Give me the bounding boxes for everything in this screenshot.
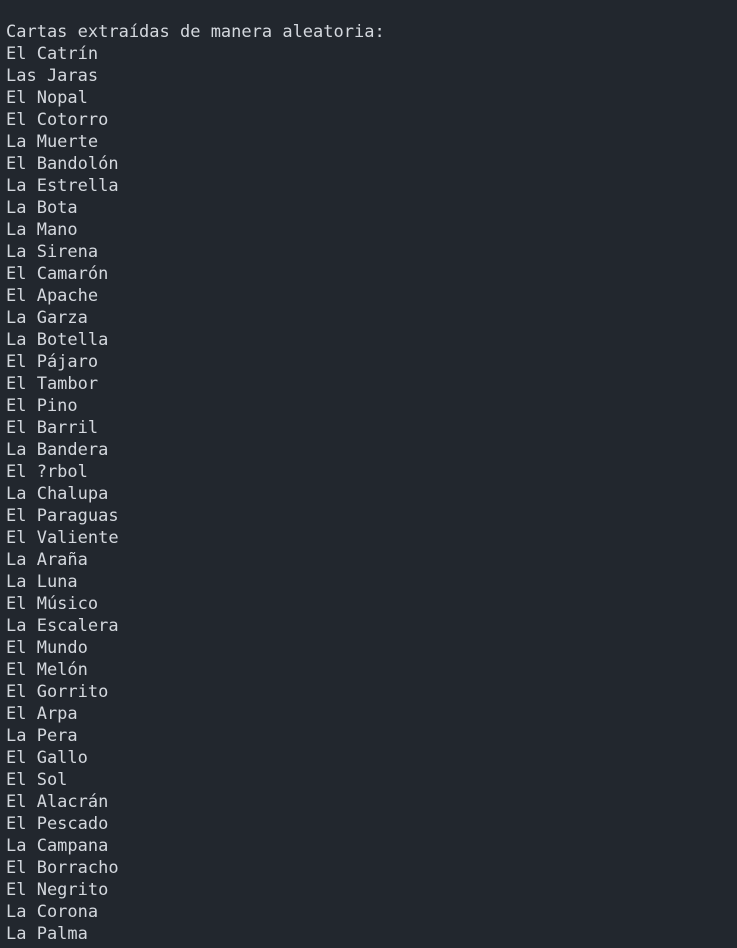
output-line: La Sirena <box>6 242 99 262</box>
output-line: El Catrín <box>6 44 99 64</box>
output-line: La Garza <box>6 308 88 328</box>
output-line: La Bandera <box>6 440 109 460</box>
output-line: El Nopal <box>6 88 88 108</box>
output-line: La Botella <box>6 330 109 350</box>
output-line: El Pino <box>6 396 78 416</box>
output-line: El Bandolón <box>6 154 119 174</box>
output-line: La Palma <box>6 924 88 944</box>
output-line: Las Jaras <box>6 66 99 86</box>
output-header: Cartas extraídas de manera aleatoria: <box>6 22 385 42</box>
output-line: El Pájaro <box>6 352 99 372</box>
output-line: El Melón <box>6 660 88 680</box>
output-line: La Corona <box>6 902 99 922</box>
output-line: La Estrella <box>6 176 119 196</box>
output-line: El Sol <box>6 770 68 790</box>
output-line: La Luna <box>6 572 78 592</box>
terminal-output: Cartas extraídas de manera aleatoria: El… <box>0 0 737 948</box>
output-line: La Bota <box>6 198 78 218</box>
output-line: El Alacrán <box>6 792 109 812</box>
output-line: El ?rbol <box>6 462 88 482</box>
output-line: La Campana <box>6 836 109 856</box>
output-line: El Barril <box>6 418 99 438</box>
output-line: El Cotorro <box>6 110 109 130</box>
output-line: La Pera <box>6 726 78 746</box>
output-line: El Gallo <box>6 748 88 768</box>
output-line: El Mundo <box>6 638 88 658</box>
output-line: La Mano <box>6 220 78 240</box>
output-line: El Paraguas <box>6 506 119 526</box>
output-line: La Escalera <box>6 616 119 636</box>
output-line: El Gorrito <box>6 682 109 702</box>
output-line: El Músico <box>6 594 99 614</box>
output-line: El Camarón <box>6 264 109 284</box>
output-line: El Apache <box>6 286 99 306</box>
output-line: El Borracho <box>6 858 119 878</box>
output-line: La Muerte <box>6 132 99 152</box>
output-line: El Arpa <box>6 704 78 724</box>
output-line: El Valiente <box>6 528 119 548</box>
output-line: El Pescado <box>6 814 109 834</box>
output-line: La Araña <box>6 550 88 570</box>
output-line: El Tambor <box>6 374 99 394</box>
output-line: La Chalupa <box>6 484 109 504</box>
output-line: El Negrito <box>6 880 109 900</box>
